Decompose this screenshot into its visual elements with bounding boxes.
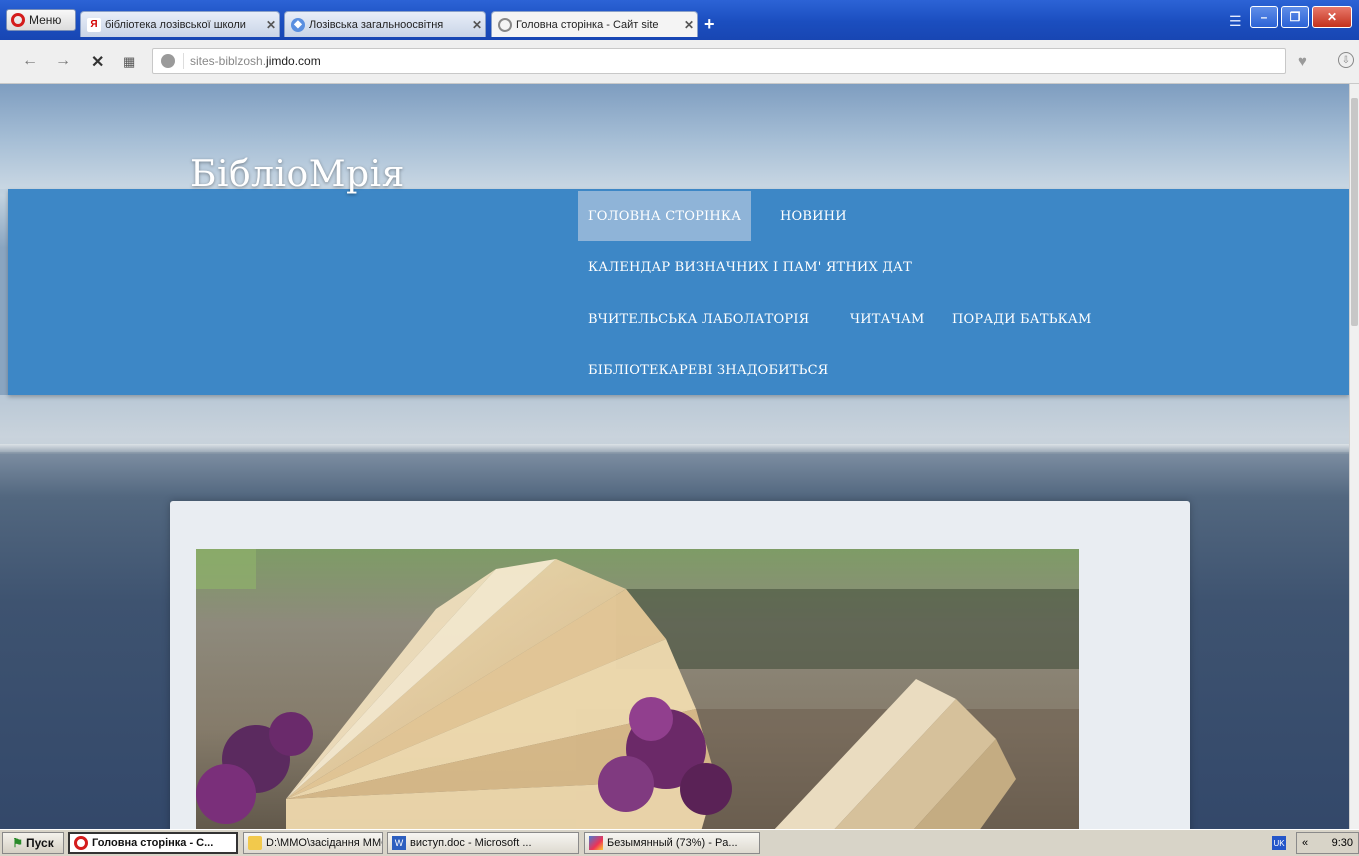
site-icon: ◆ [291, 17, 305, 32]
books-and-lilac-image [196, 549, 1079, 829]
nav-calendar[interactable]: КАЛЕНДАР ВИЗНАЧНИХ І ПАМ' ЯТНИХ ДАТ [578, 242, 922, 292]
nav-teachers-lab[interactable]: ВЧИТЕЛЬСЬКА ЛАБОЛАТОРІЯ [578, 294, 819, 344]
page-viewport: БібліоМрія ГОЛОВНА СТОРІНКА НОВИНИ КАЛЕН… [0, 84, 1349, 829]
content-card [170, 501, 1190, 829]
scrollbar-thumb[interactable] [1351, 98, 1358, 326]
site-title[interactable]: БібліоМрія [190, 154, 405, 195]
taskbar-folder[interactable]: D:\ММО\засідання ММО... [243, 832, 383, 854]
nav-parents-advice[interactable]: ПОРАДИ БАТЬКАМ [942, 294, 1101, 344]
start-button[interactable]: ⚑ Пуск [2, 832, 64, 854]
task-label: Безымянный (73%) - Pa... [607, 837, 738, 849]
minimize-button[interactable]: – [1250, 6, 1278, 28]
opera-menu-button[interactable]: Меню [6, 9, 76, 31]
tab-title: бібліотека лозівської школи [105, 18, 246, 31]
address-bar[interactable]: sites-biblzosh. jimdo.com [152, 48, 1286, 74]
globe-icon [161, 54, 175, 68]
new-tab-button[interactable]: + [704, 14, 715, 35]
taskbar-paint[interactable]: Безымянный (73%) - Pa... [584, 832, 760, 854]
download-icon[interactable]: ⇩ [1338, 52, 1354, 68]
task-label: Головна сторінка - С... [92, 837, 214, 849]
browser-toolbar: ← → ✕ ▦ sites-biblzosh. jimdo.com ♥ ⇩ [0, 40, 1359, 84]
menu-label: Меню [29, 13, 62, 27]
tray-expand-icon[interactable]: « [1302, 837, 1308, 849]
yandex-icon: Я [87, 17, 101, 32]
paint-icon [589, 836, 603, 850]
word-icon: W [392, 836, 406, 850]
clock[interactable]: 9:30 [1332, 837, 1353, 849]
task-label: D:\ММО\засідання ММО... [266, 837, 382, 849]
windows-logo-icon: ⚑ [12, 836, 24, 850]
close-tab-icon[interactable]: ✕ [681, 18, 697, 32]
background-horizon [0, 444, 1349, 454]
system-tray: « 9:30 [1296, 832, 1359, 854]
close-tab-icon[interactable]: ✕ [469, 18, 485, 32]
header-photo [196, 549, 1079, 829]
forward-arrow-icon[interactable]: → [55, 52, 71, 70]
close-tab-icon[interactable]: ✕ [263, 18, 279, 32]
opera-icon [74, 836, 88, 850]
tab-title: Головна сторінка - Сайт site [516, 18, 659, 31]
nav-readers[interactable]: ЧИТАЧАМ [840, 294, 935, 344]
nav-news[interactable]: НОВИНИ [770, 191, 857, 241]
divider [183, 53, 184, 69]
tab-library-search[interactable]: Я бібліотека лозівської школи ✕ [80, 11, 280, 37]
url-domain: jimdo.com [266, 54, 321, 68]
tab-menu-icon[interactable]: ☰ [1229, 13, 1242, 30]
stop-icon[interactable]: ✕ [91, 52, 104, 72]
speed-dial-grid-icon[interactable]: ▦ [123, 54, 135, 70]
windows-taskbar: ⚑ Пуск Головна сторінка - С... D:\ММО\за… [0, 829, 1359, 856]
bookmark-heart-icon[interactable]: ♥ [1298, 53, 1307, 70]
loading-icon [498, 17, 512, 32]
task-label: виступ.doc - Microsoft ... [410, 837, 532, 849]
opera-logo-icon [11, 13, 25, 27]
language-indicator[interactable]: UK [1272, 836, 1286, 850]
start-label: Пуск [26, 836, 54, 850]
taskbar-word[interactable]: W виступ.doc - Microsoft ... [387, 832, 579, 854]
tab-lozova-school[interactable]: ◆ Лозівська загальноосвітня ✕ [284, 11, 486, 37]
nav-home[interactable]: ГОЛОВНА СТОРІНКА [578, 191, 752, 241]
folder-icon [248, 836, 262, 850]
close-window-button[interactable]: ✕ [1312, 6, 1352, 28]
tab-home-page[interactable]: Головна сторінка - Сайт site ✕ [491, 11, 698, 37]
maximize-button[interactable]: ❐ [1281, 6, 1309, 28]
browser-titlebar: Меню Я бібліотека лозівської школи ✕ ◆ Л… [0, 0, 1359, 40]
tab-title: Лозівська загальноосвітня [309, 18, 444, 31]
page-scrollbar[interactable] [1349, 84, 1359, 829]
taskbar-opera[interactable]: Головна сторінка - С... [68, 832, 238, 854]
nav-librarian[interactable]: БІБЛІОТЕКАРЕВІ ЗНАДОБИТЬСЯ [578, 345, 838, 395]
url-subdomain: sites-biblzosh. [190, 54, 267, 68]
back-arrow-icon[interactable]: ← [22, 52, 38, 70]
